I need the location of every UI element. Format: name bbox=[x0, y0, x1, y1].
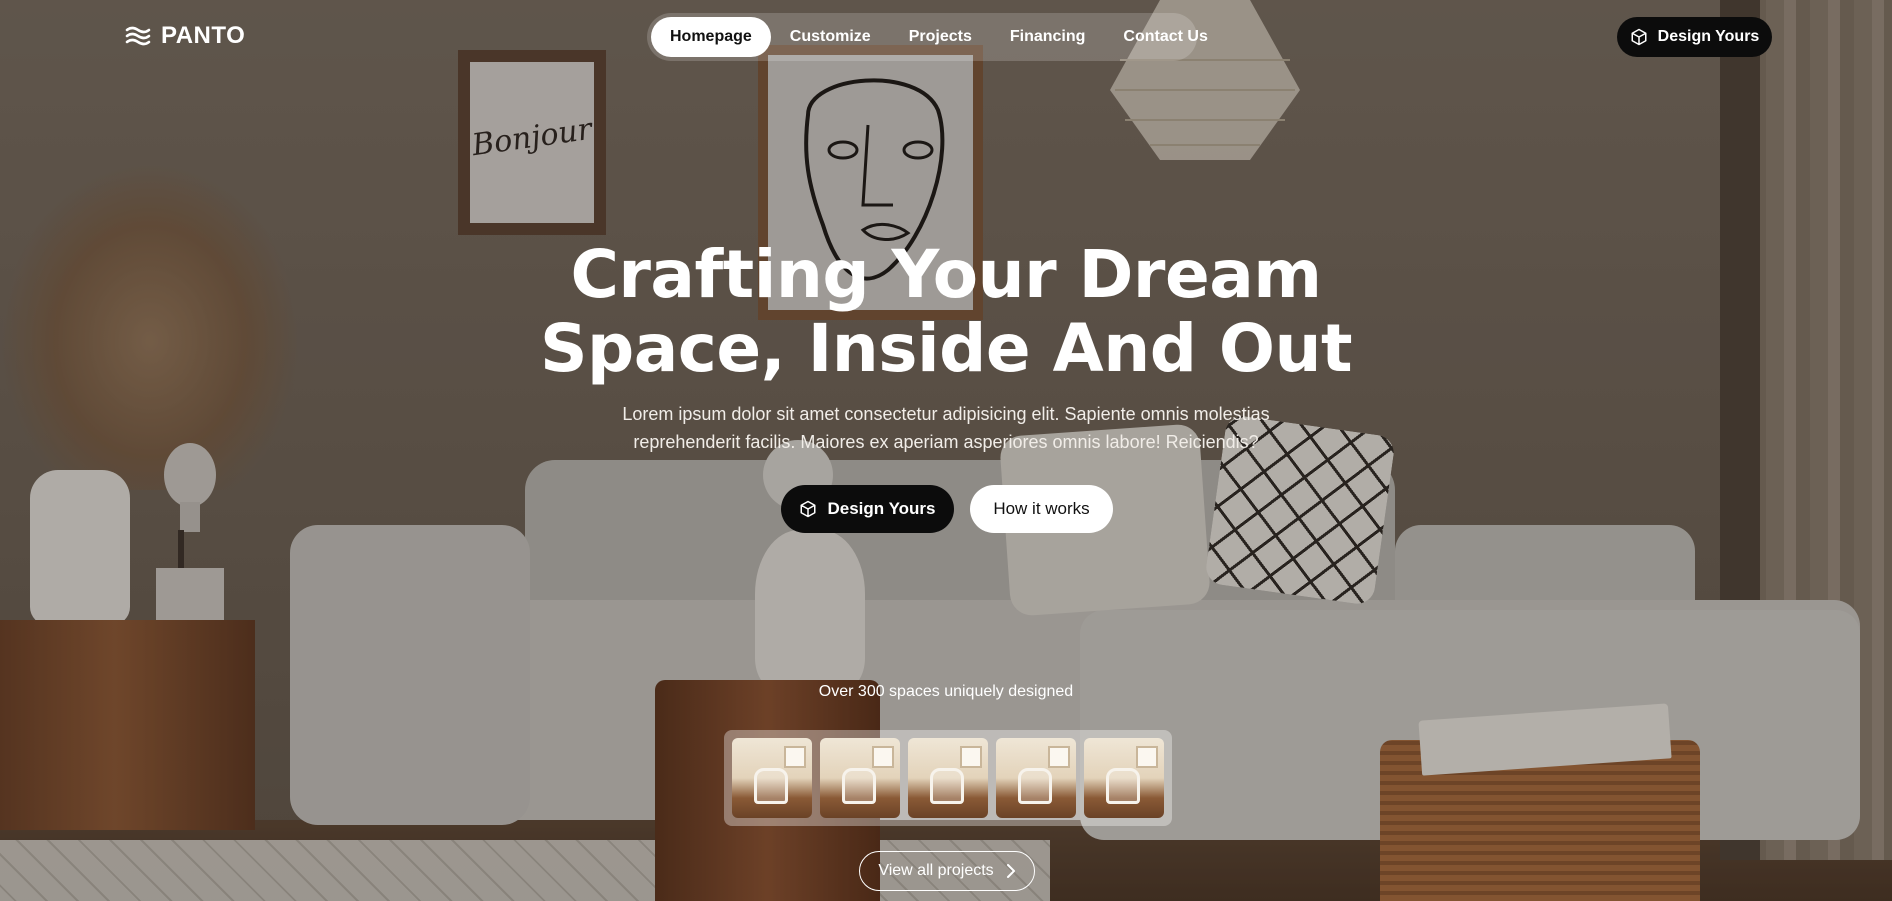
hero-subtitle: Lorem ipsum dolor sit amet consectetur a… bbox=[596, 400, 1296, 456]
hero-title-line-1: Crafting Your Dream bbox=[570, 236, 1322, 313]
hero-subtitle-line-2: reprehenderit facilis. Maiores ex aperia… bbox=[633, 432, 1259, 452]
nav-item-contact-us[interactable]: Contact Us bbox=[1104, 17, 1226, 57]
hero-button-row: Design Yours How it works bbox=[781, 485, 1113, 533]
view-all-projects-button[interactable]: View all projects bbox=[859, 851, 1035, 891]
hero-primary-label: Design Yours bbox=[827, 499, 936, 518]
hero-section: Bonjour PANTO Homepage Customize Project… bbox=[0, 0, 1892, 901]
nav-item-homepage[interactable]: Homepage bbox=[651, 17, 771, 57]
cube-icon bbox=[1631, 28, 1647, 46]
project-thumbnail-strip bbox=[724, 730, 1172, 826]
nav-item-financing[interactable]: Financing bbox=[991, 17, 1105, 57]
project-thumbnail[interactable] bbox=[1084, 738, 1164, 818]
how-it-works-button[interactable]: How it works bbox=[970, 485, 1113, 533]
nav-item-customize[interactable]: Customize bbox=[771, 17, 890, 57]
brand-logo[interactable]: PANTO bbox=[125, 22, 245, 50]
chevron-right-icon bbox=[1006, 864, 1015, 878]
nav-item-projects[interactable]: Projects bbox=[890, 17, 991, 57]
project-thumbnail[interactable] bbox=[996, 738, 1076, 818]
waves-icon bbox=[125, 26, 151, 46]
main-nav: Homepage Customize Projects Financing Co… bbox=[647, 13, 1208, 61]
projects-count-text: Over 300 spaces uniquely designed bbox=[818, 683, 1074, 700]
cube-icon bbox=[800, 500, 816, 518]
hero-title-line-2: Space, Inside And Out bbox=[539, 310, 1353, 387]
hero-title: Crafting Your Dream Space, Inside And Ou… bbox=[446, 238, 1446, 386]
header-cta-label: Design Yours bbox=[1657, 28, 1760, 45]
project-thumbnail[interactable] bbox=[732, 738, 812, 818]
header-design-yours-button[interactable]: Design Yours bbox=[1617, 17, 1772, 57]
hero-design-yours-button[interactable]: Design Yours bbox=[781, 485, 954, 533]
view-all-label: View all projects bbox=[878, 862, 994, 879]
project-thumbnail[interactable] bbox=[820, 738, 900, 818]
hero-subtitle-line-1: Lorem ipsum dolor sit amet consectetur a… bbox=[622, 404, 1270, 424]
brand-name: PANTO bbox=[161, 22, 246, 49]
project-thumbnail[interactable] bbox=[908, 738, 988, 818]
